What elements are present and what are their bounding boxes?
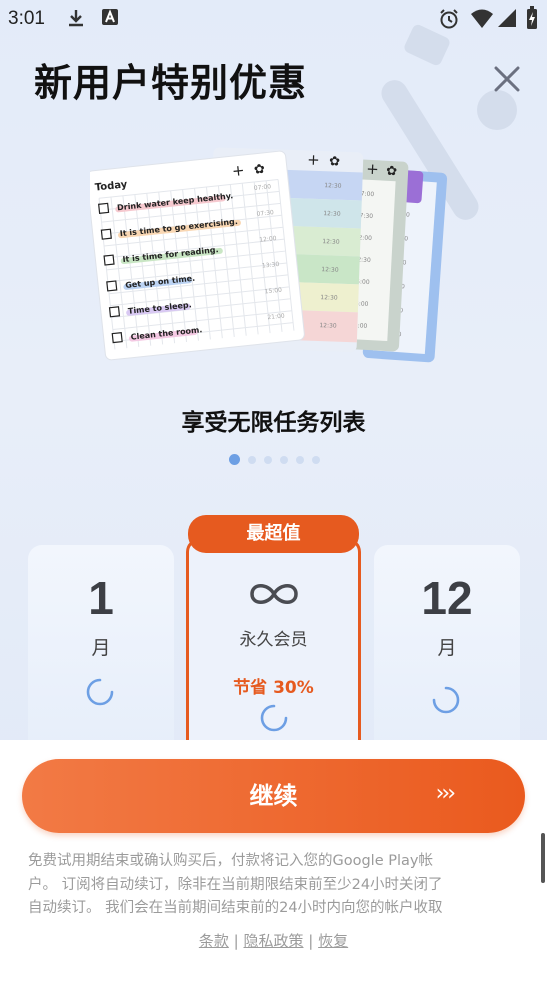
plan-unit: 月 [437,637,457,659]
carousel-dot[interactable] [296,455,304,464]
promo-caption: 享受无限任务列表 [181,410,366,436]
carousel-dot[interactable] [264,455,272,464]
carousel-dot[interactable] [248,455,256,464]
carousel-dot[interactable] [229,454,240,465]
scrollbar[interactable] [541,833,545,883]
task-time: 12:30 [319,322,337,330]
restore-link[interactable]: 恢复 [318,932,348,950]
status-bar: 3:01 [0,0,547,36]
signal-icon [498,9,516,27]
disclaimer-line: 户。 订阅将自动续订，除非在当前期限结束前至少24小时关闭了 [28,876,443,893]
continue-button[interactable]: 继续 ››› [22,759,525,833]
svg-text:✿: ✿ [329,154,341,169]
loading-spinner-icon [260,704,288,732]
alarm-icon [440,9,458,29]
carousel-dots [229,454,320,465]
task-time: 12:30 [320,294,338,302]
task-time: 12:30 [322,238,340,246]
task-time: 12:30 [324,182,342,190]
wifi-icon [471,9,493,28]
plan-12-month[interactable]: 12 月 [374,545,520,755]
svg-text:+: + [231,161,245,180]
disclaimer-line: 免费试用期结束或确认购买后，付款将记入您的Google Play帐 [28,853,433,869]
disclaimer-line: 自动续订。 我们会在当前期间结束前的24小时内向您的帐户收取 [28,900,443,916]
task-time: 12:30 [321,266,339,274]
status-time: 3:01 [8,8,45,29]
svg-text:+: + [366,160,380,179]
infinity-icon [250,584,298,604]
battery-charging-icon [527,6,537,29]
plan-number: 12 [421,572,473,624]
carousel-dot[interactable] [312,455,320,464]
task-checkbox [106,280,118,292]
svg-text:✿: ✿ [386,164,398,180]
plan-unit: 月 [91,637,111,659]
task-time: 12:30 [323,210,341,218]
page-title: 新用户特别优惠 [34,61,308,105]
plan-number: 1 [88,572,114,624]
best-value-badge: 最超值 [188,515,359,553]
svg-text:+: + [307,151,320,169]
task-checkbox [98,202,110,214]
link-separator: | [233,932,239,950]
privacy-policy-link[interactable]: 隐私政策 [243,932,303,950]
subscription-disclaimer: 免费试用期结束或确认购买后，付款将记入您的Google Play帐 户。 订阅将… [28,850,518,921]
todo-list-illustration: 07:0007:3012:0013:3015:0021:00 + ✿ 07:00… [90,147,448,363]
plan-label: 永久会员 [239,630,308,650]
close-icon[interactable] [490,62,524,96]
loading-spinner-icon [86,678,114,706]
app-notification-icon [102,9,118,25]
task-checkbox [108,306,121,318]
terms-link[interactable]: 条款 [199,932,229,950]
plan-1-month[interactable]: 1 月 [28,545,174,755]
task-checkbox [100,228,112,240]
loading-spinner-icon [432,686,460,714]
carousel-dot[interactable] [280,455,288,464]
link-separator: | [308,932,314,950]
plan-lifetime[interactable]: 永久会员 节省 30% [186,538,361,758]
chevrons-right-icon: ››› [435,781,456,806]
download-icon [69,10,83,27]
task-checkbox [103,254,115,266]
svg-text:✿: ✿ [253,162,266,178]
task-checkbox [111,332,123,344]
footer-links: 条款 | 隐私政策 | 恢复 [0,930,547,951]
savings-text: 节省 30% [233,678,314,698]
